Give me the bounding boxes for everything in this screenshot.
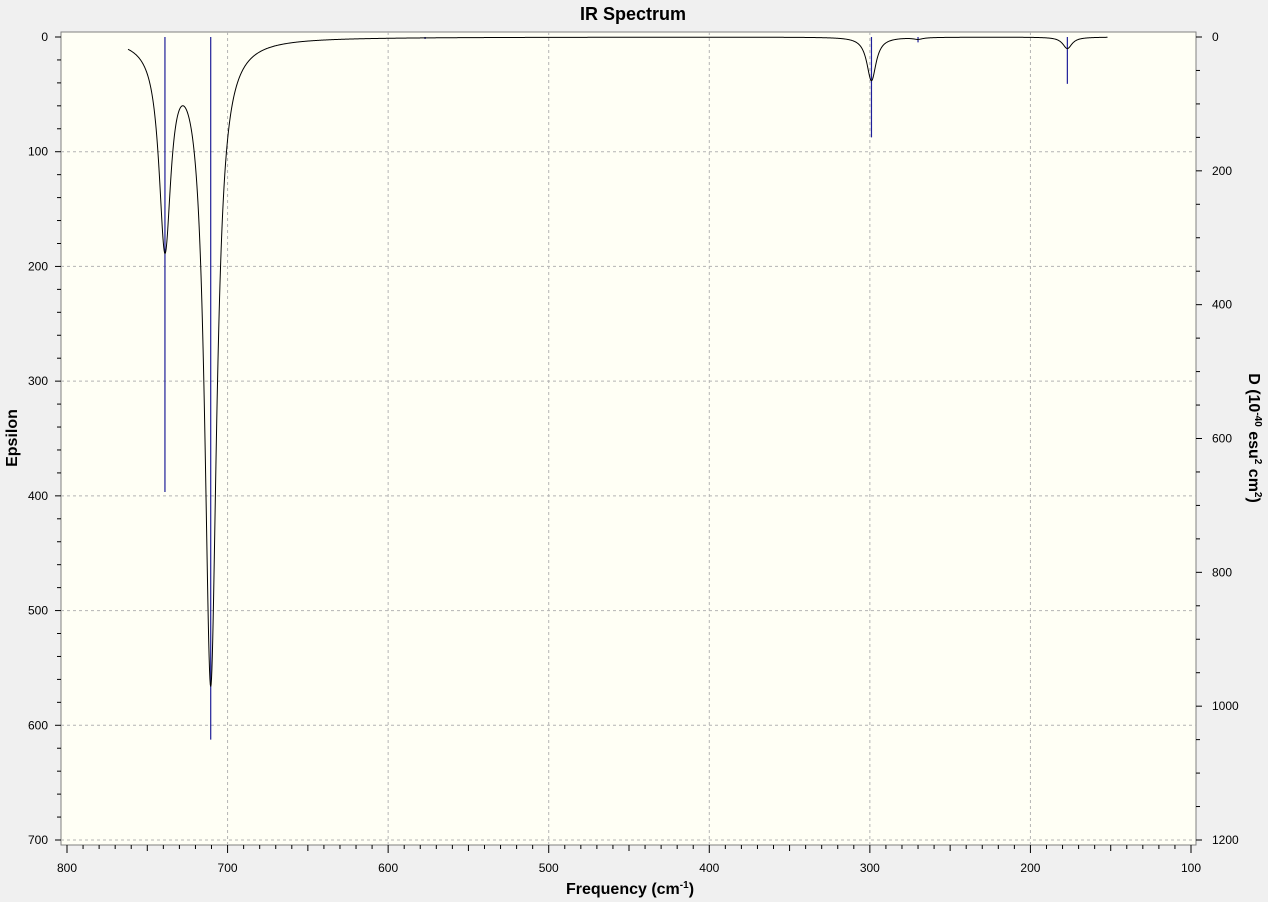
x-tick-label: 200 <box>1020 861 1040 875</box>
y-tick-label: 300 <box>28 374 48 388</box>
x-tick-label: 400 <box>699 861 719 875</box>
x-tick-label: 500 <box>539 861 559 875</box>
y2-tick-label: 1000 <box>1212 699 1239 713</box>
y-tick-label: 700 <box>28 833 48 847</box>
x-tick-label: 100 <box>1181 861 1201 875</box>
chart-title: IR Spectrum <box>580 4 686 24</box>
ir-spectrum-chart: 800 700 600 500 400 300 200 100 0 100 200 300 400 50… <box>0 0 1268 902</box>
y-tick-label: 0 <box>41 30 48 44</box>
y2-axis-title: D (10-40 esu2 cm2) <box>1245 373 1263 503</box>
y2-tick-label: 400 <box>1212 298 1232 312</box>
plot-area <box>60 31 1197 846</box>
y2-tick-label: 200 <box>1212 164 1232 178</box>
x-tick-label: 600 <box>378 861 398 875</box>
y2-tick-label: 800 <box>1212 565 1232 579</box>
x-tick-label: 300 <box>860 861 880 875</box>
y-tick-label: 500 <box>28 604 48 618</box>
y-tick-label: 200 <box>28 259 48 273</box>
y-tick-label: 400 <box>28 489 48 503</box>
y2-tick-label: 0 <box>1212 30 1219 44</box>
x-tick-label: 800 <box>57 861 77 875</box>
x-axis-title: Frequency (cm-1) <box>566 880 694 898</box>
y-tick-label: 100 <box>28 145 48 159</box>
y-tick-label: 600 <box>28 718 48 732</box>
y2-tick-label: 1200 <box>1212 833 1239 847</box>
y2-tick-label: 600 <box>1212 432 1232 446</box>
y-axis-title: Epsilon <box>4 409 21 467</box>
x-tick-label: 700 <box>218 861 238 875</box>
